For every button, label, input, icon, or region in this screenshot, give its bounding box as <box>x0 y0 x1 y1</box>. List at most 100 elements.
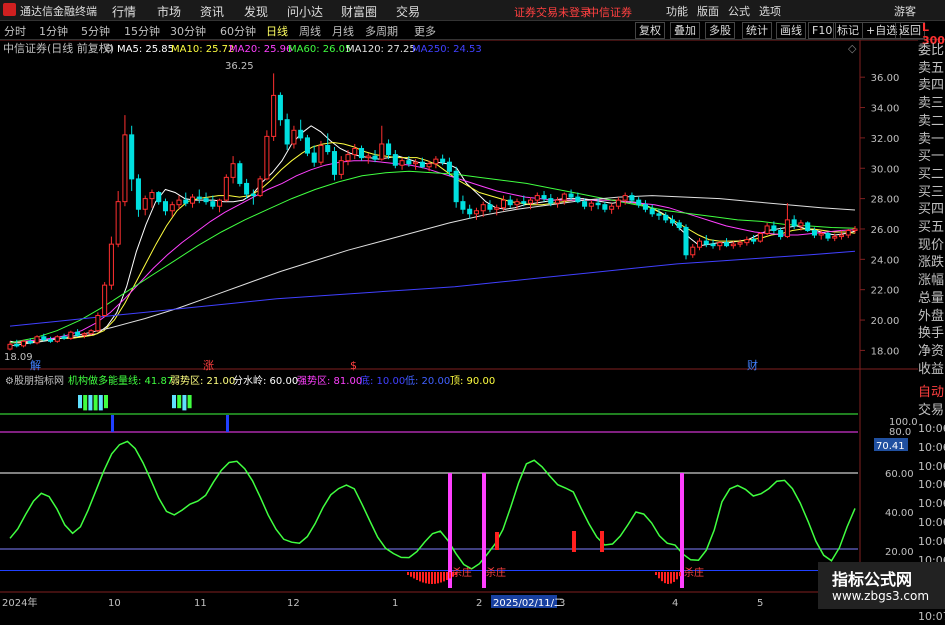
indicator-gear-icon[interactable]: ⚙ <box>5 376 14 387</box>
multi-stock-button[interactable]: 多股 <box>705 22 735 39</box>
bottom-signal-bar <box>413 572 415 579</box>
candle-body <box>507 199 513 206</box>
guest-button[interactable]: 游客 <box>894 3 916 19</box>
candle-body <box>724 242 730 247</box>
candle-body <box>636 199 642 206</box>
panel-tab[interactable]: 自动 <box>918 384 945 401</box>
candle-body <box>683 226 689 256</box>
watermark: 指标公式网 www.zbgs3.com <box>818 562 945 609</box>
draw-line-button[interactable]: 画线 <box>776 22 806 39</box>
tab-5min[interactable]: 5分钟 <box>81 23 110 39</box>
tab-multi-period[interactable]: 多周期 <box>365 23 398 39</box>
tab-daily[interactable]: 日线 <box>266 23 288 39</box>
menu-options[interactable]: 选项 <box>759 3 781 19</box>
price-tick-label: 26.00 <box>871 225 900 236</box>
menu-item-market[interactable]: 市场 <box>157 3 181 20</box>
tab-1min[interactable]: 1分钟 <box>39 23 68 39</box>
tab-15min[interactable]: 15分钟 <box>124 23 160 39</box>
quote-label: 卖四 <box>918 78 945 94</box>
candle-body <box>399 160 405 166</box>
overlay-button[interactable]: 叠加 <box>670 22 700 39</box>
tab-more[interactable]: 更多 <box>414 23 436 39</box>
menu-formula[interactable]: 公式 <box>728 3 750 19</box>
candle-body <box>34 336 40 344</box>
tab-weekly[interactable]: 周线 <box>299 23 321 39</box>
menu-item-fortune[interactable]: 财富圈 <box>341 3 377 20</box>
candle-body <box>129 134 135 180</box>
login-warning[interactable]: 证券交易未登录 <box>514 4 591 20</box>
candle-body <box>602 204 608 210</box>
panel-tab[interactable]: 交易 <box>918 402 945 419</box>
menu-item-ask[interactable]: 问小达 <box>287 3 323 20</box>
candle-body <box>156 192 162 203</box>
menu-function[interactable]: 功能 <box>666 3 688 19</box>
candle-body <box>237 163 243 184</box>
menu-bar: 通达信金融终端 行情 市场 资讯 发现 问小达 财富圈 交易 证券交易未登录 中… <box>0 0 945 21</box>
candle-body <box>413 161 419 165</box>
candle-body <box>791 219 797 227</box>
back-button[interactable]: 返回 <box>895 22 925 39</box>
stats-button[interactable]: 统计 <box>742 22 772 39</box>
candle-body <box>696 240 703 248</box>
price-tick-label: 18.00 <box>871 346 900 357</box>
bottom-signal-bar <box>679 572 681 577</box>
tab-60min[interactable]: 60分钟 <box>220 23 256 39</box>
tab-30min[interactable]: 30分钟 <box>170 23 206 39</box>
x-label-5: 5 <box>757 598 763 609</box>
candle-body <box>548 198 554 204</box>
candle-body <box>784 219 790 238</box>
event-marker-dividend[interactable]: $ <box>350 359 357 372</box>
bottom-signal-bar <box>416 572 418 581</box>
broker-name[interactable]: 中信证券 <box>588 4 632 20</box>
upper-tick-80: 80.0 <box>889 427 911 438</box>
candle-body <box>392 154 398 166</box>
candle-body <box>250 193 256 197</box>
menu-item-trade[interactable]: 交易 <box>396 3 420 20</box>
energy-bar-blue <box>226 415 229 432</box>
candle-body <box>203 198 209 203</box>
adjust-button[interactable]: 复权 <box>635 22 665 39</box>
candle-body <box>555 199 561 204</box>
tab-intraday[interactable]: 分时 <box>4 23 26 39</box>
quote-label: 委比 <box>918 43 945 58</box>
menu-item-discover[interactable]: 发现 <box>244 3 268 20</box>
candle-body <box>568 193 574 198</box>
tab-monthly[interactable]: 月线 <box>332 23 354 39</box>
energy-bar <box>187 395 192 409</box>
signal-kill-1: 杀庄 <box>452 566 472 579</box>
bottom-signal-bar <box>664 572 666 584</box>
menu-item-quotes[interactable]: 行情 <box>112 3 136 20</box>
candle-body <box>162 201 169 212</box>
settings-gear-icon[interactable]: ⚙ <box>104 42 114 55</box>
candle-body <box>825 233 831 239</box>
candle-body <box>778 229 784 238</box>
trade-time: 10:06 <box>918 516 945 529</box>
bottom-signal-bar <box>673 572 675 582</box>
bottom-signal-bar <box>410 572 412 577</box>
x-label-4: 4 <box>672 598 678 609</box>
candle-body <box>102 284 108 316</box>
candle-body <box>622 195 628 201</box>
event-marker-rise[interactable]: 涨 <box>203 359 214 372</box>
bottom-signal-bar <box>419 572 421 582</box>
mark-button[interactable]: 标记 <box>833 22 863 39</box>
collapse-icon[interactable]: ◇ <box>848 42 857 55</box>
candle-body <box>710 243 716 247</box>
candle-body <box>595 202 601 206</box>
candle-body <box>311 152 317 163</box>
bottom-signal-bar <box>658 572 660 579</box>
chart-canvas[interactable]: 中信证券(日线 前复权) ⚙ MA5: 25.85 MA10: 25.72 MA… <box>0 40 918 609</box>
quote-label: 涨跌 <box>918 255 945 271</box>
event-marker-finance[interactable]: 财 <box>747 358 758 372</box>
candle-body <box>386 143 392 156</box>
candle-body <box>575 196 581 203</box>
menu-layout[interactable]: 版面 <box>697 3 719 19</box>
event-marker-unlock[interactable]: 解 <box>30 358 41 372</box>
main-legend: 中信证券(日线 前复权) ⚙ MA5: 25.85 MA10: 25.72 MA… <box>3 41 482 55</box>
quote-label: 卖二 <box>918 113 945 129</box>
candle-body <box>365 155 371 159</box>
candle-body <box>196 196 202 200</box>
menu-item-news[interactable]: 资讯 <box>200 3 224 20</box>
energy-bar-blue <box>111 415 114 432</box>
price-tick-label: 24.00 <box>871 255 900 266</box>
